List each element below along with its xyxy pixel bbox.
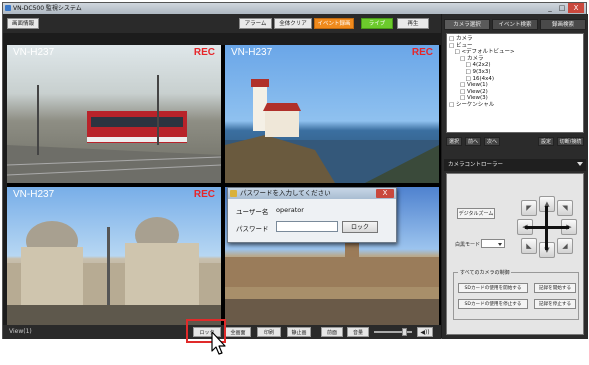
digital-zoom-button[interactable]: デジタルズーム: [457, 208, 495, 219]
camera-tree: □ カメラ □ ビュー □ <デフォルトビュー> □ カメラ □ 4(2x2) …: [446, 33, 584, 133]
front-button[interactable]: 前面: [321, 327, 343, 337]
app-window: VN-DC500 監視システム _ □ X 画面情報 アラーム 全体クリア イベ…: [2, 2, 588, 339]
stop-record-button[interactable]: 記録を停止する: [534, 299, 576, 309]
volume-slider-handle[interactable]: [402, 328, 407, 336]
window-controls: _ □ X: [544, 3, 584, 13]
ptz-down-right-button[interactable]: ◢: [557, 238, 573, 254]
sd-control-group: すべてのカメラの制御 SDカードの使用を開始する 記録を開始する SDカードの使…: [453, 269, 579, 320]
connect-button[interactable]: 切断/接続: [557, 137, 584, 146]
rec-indicator: REC: [193, 47, 215, 58]
start-sd-button[interactable]: SDカードの使用を開始する: [458, 283, 528, 293]
tree-item[interactable]: □ カメラ: [449, 36, 581, 43]
sd-group-title: すべてのカメラの制御: [458, 269, 512, 276]
settings-button[interactable]: 設定: [538, 137, 554, 146]
camera-controller-title: カメラコントローラー: [448, 162, 504, 168]
app-icon: [5, 5, 11, 11]
username-value: operator: [276, 206, 304, 214]
camera-view-1[interactable]: VN-H237 REC: [7, 45, 221, 183]
title-bar: VN-DC500 監視システム _ □ X: [3, 3, 586, 14]
screen-info-button[interactable]: 画面情報: [7, 18, 39, 29]
camera-view-2[interactable]: VN-H237 REC: [225, 45, 439, 183]
tab-camera-select[interactable]: カメラ選択: [444, 19, 490, 30]
key-icon: [230, 190, 237, 197]
tab-record-search[interactable]: 録画検索: [540, 19, 586, 30]
playback-button[interactable]: 再生: [397, 18, 429, 29]
prev-button[interactable]: 前へ: [465, 137, 481, 146]
lock-button[interactable]: ロック: [342, 221, 378, 233]
camera-name: VN-H237: [13, 189, 55, 200]
panel-tabs: カメラ選択 イベント検索 録画検索: [442, 17, 588, 31]
tree-button-row: 選択 前へ 次へ 設定 切断/接続: [446, 136, 584, 148]
pointer-cursor-icon: [211, 331, 226, 355]
start-record-button[interactable]: 記録を開始する: [534, 283, 576, 293]
toolbar: 画面情報 アラーム 全体クリア イベント録画 ライブ 再生: [3, 14, 441, 33]
ptz-pad: ◤ ▲ ◥ ◀ ▶ ◣ ▼ ◢: [517, 196, 577, 258]
speaker-icon[interactable]: ◀)): [417, 327, 433, 337]
minimize-button[interactable]: _: [544, 3, 556, 13]
tab-event-search[interactable]: イベント検索: [492, 19, 538, 30]
select-button[interactable]: 選択: [446, 137, 462, 146]
lighthouse-scene: [225, 79, 439, 183]
rec-indicator: REC: [193, 189, 215, 200]
snapshot-button[interactable]: 静止画: [287, 327, 311, 337]
tree-item[interactable]: □ カメラ: [449, 56, 581, 63]
print-button[interactable]: 印刷: [257, 327, 281, 337]
password-dialog: パスワードを入力してください X ユーザー名 operator パスワード ロッ…: [227, 187, 397, 243]
ptz-down-left-button[interactable]: ◣: [521, 238, 537, 254]
stop-sd-button[interactable]: SDカードの使用を停止する: [458, 299, 528, 309]
tree-item[interactable]: □ シーケンシャル: [449, 102, 581, 109]
close-button[interactable]: X: [568, 3, 584, 13]
church-scene: [7, 217, 221, 325]
window-title: VN-DC500 監視システム: [13, 5, 82, 12]
dialog-title-bar: パスワードを入力してください X: [228, 188, 396, 199]
tree-item[interactable]: □ 16(4x4): [449, 76, 581, 83]
camera-controller: デジタルズーム 白黒モード ◤ ▲ ◥ ◀ ▶ ◣ ▼ ◢ すべてのカメラの制御…: [446, 173, 584, 335]
tree-item[interactable]: □ View(2): [449, 89, 581, 96]
camera-name: VN-H237: [13, 47, 55, 58]
password-input[interactable]: [276, 221, 338, 232]
tram-scene: [7, 75, 221, 183]
white-balance-label: 白黒モード: [455, 242, 481, 248]
right-panel: カメラ選択 イベント検索 録画検索 □ カメラ □ ビュー □ <デフォルトビュ…: [442, 14, 588, 339]
chevron-down-icon[interactable]: [577, 162, 583, 166]
tree-item[interactable]: □ 4(2x2): [449, 62, 581, 69]
white-balance-select[interactable]: [481, 239, 505, 248]
camera-controller-header[interactable]: カメラコントローラー: [444, 159, 586, 171]
ptz-up-left-button[interactable]: ◤: [521, 200, 537, 216]
rec-indicator: REC: [411, 47, 433, 58]
username-label: ユーザー名: [236, 208, 269, 216]
dialog-close-button[interactable]: X: [376, 189, 394, 198]
alarm-button[interactable]: アラーム: [239, 18, 272, 29]
dialog-title: パスワードを入力してください: [240, 189, 331, 197]
next-button[interactable]: 次へ: [484, 137, 500, 146]
live-button[interactable]: ライブ: [361, 18, 393, 29]
camera-name: VN-H237: [231, 47, 273, 58]
maximize-button[interactable]: □: [556, 3, 568, 13]
tree-item[interactable]: □ View(3): [449, 95, 581, 102]
tree-item[interactable]: □ 9(3x3): [449, 69, 581, 76]
event-record-button[interactable]: イベント録画: [314, 18, 354, 29]
password-label: パスワード: [236, 225, 269, 233]
video-grid: VN-H237 REC VN-H237 REC VN-H237 REC パスワー…: [7, 45, 441, 325]
tree-item[interactable]: □ View(1): [449, 82, 581, 89]
ptz-up-right-button[interactable]: ◥: [557, 200, 573, 216]
clear-all-button[interactable]: 全体クリア: [274, 18, 312, 29]
tree-item[interactable]: □ <デフォルトビュー>: [449, 49, 581, 56]
chevron-down-icon: [498, 243, 502, 246]
ptz-crosshair: [545, 206, 548, 250]
camera-view-3[interactable]: VN-H237 REC: [7, 187, 221, 325]
volume-button[interactable]: 音量: [347, 327, 369, 337]
view-label: View(1): [9, 328, 32, 335]
